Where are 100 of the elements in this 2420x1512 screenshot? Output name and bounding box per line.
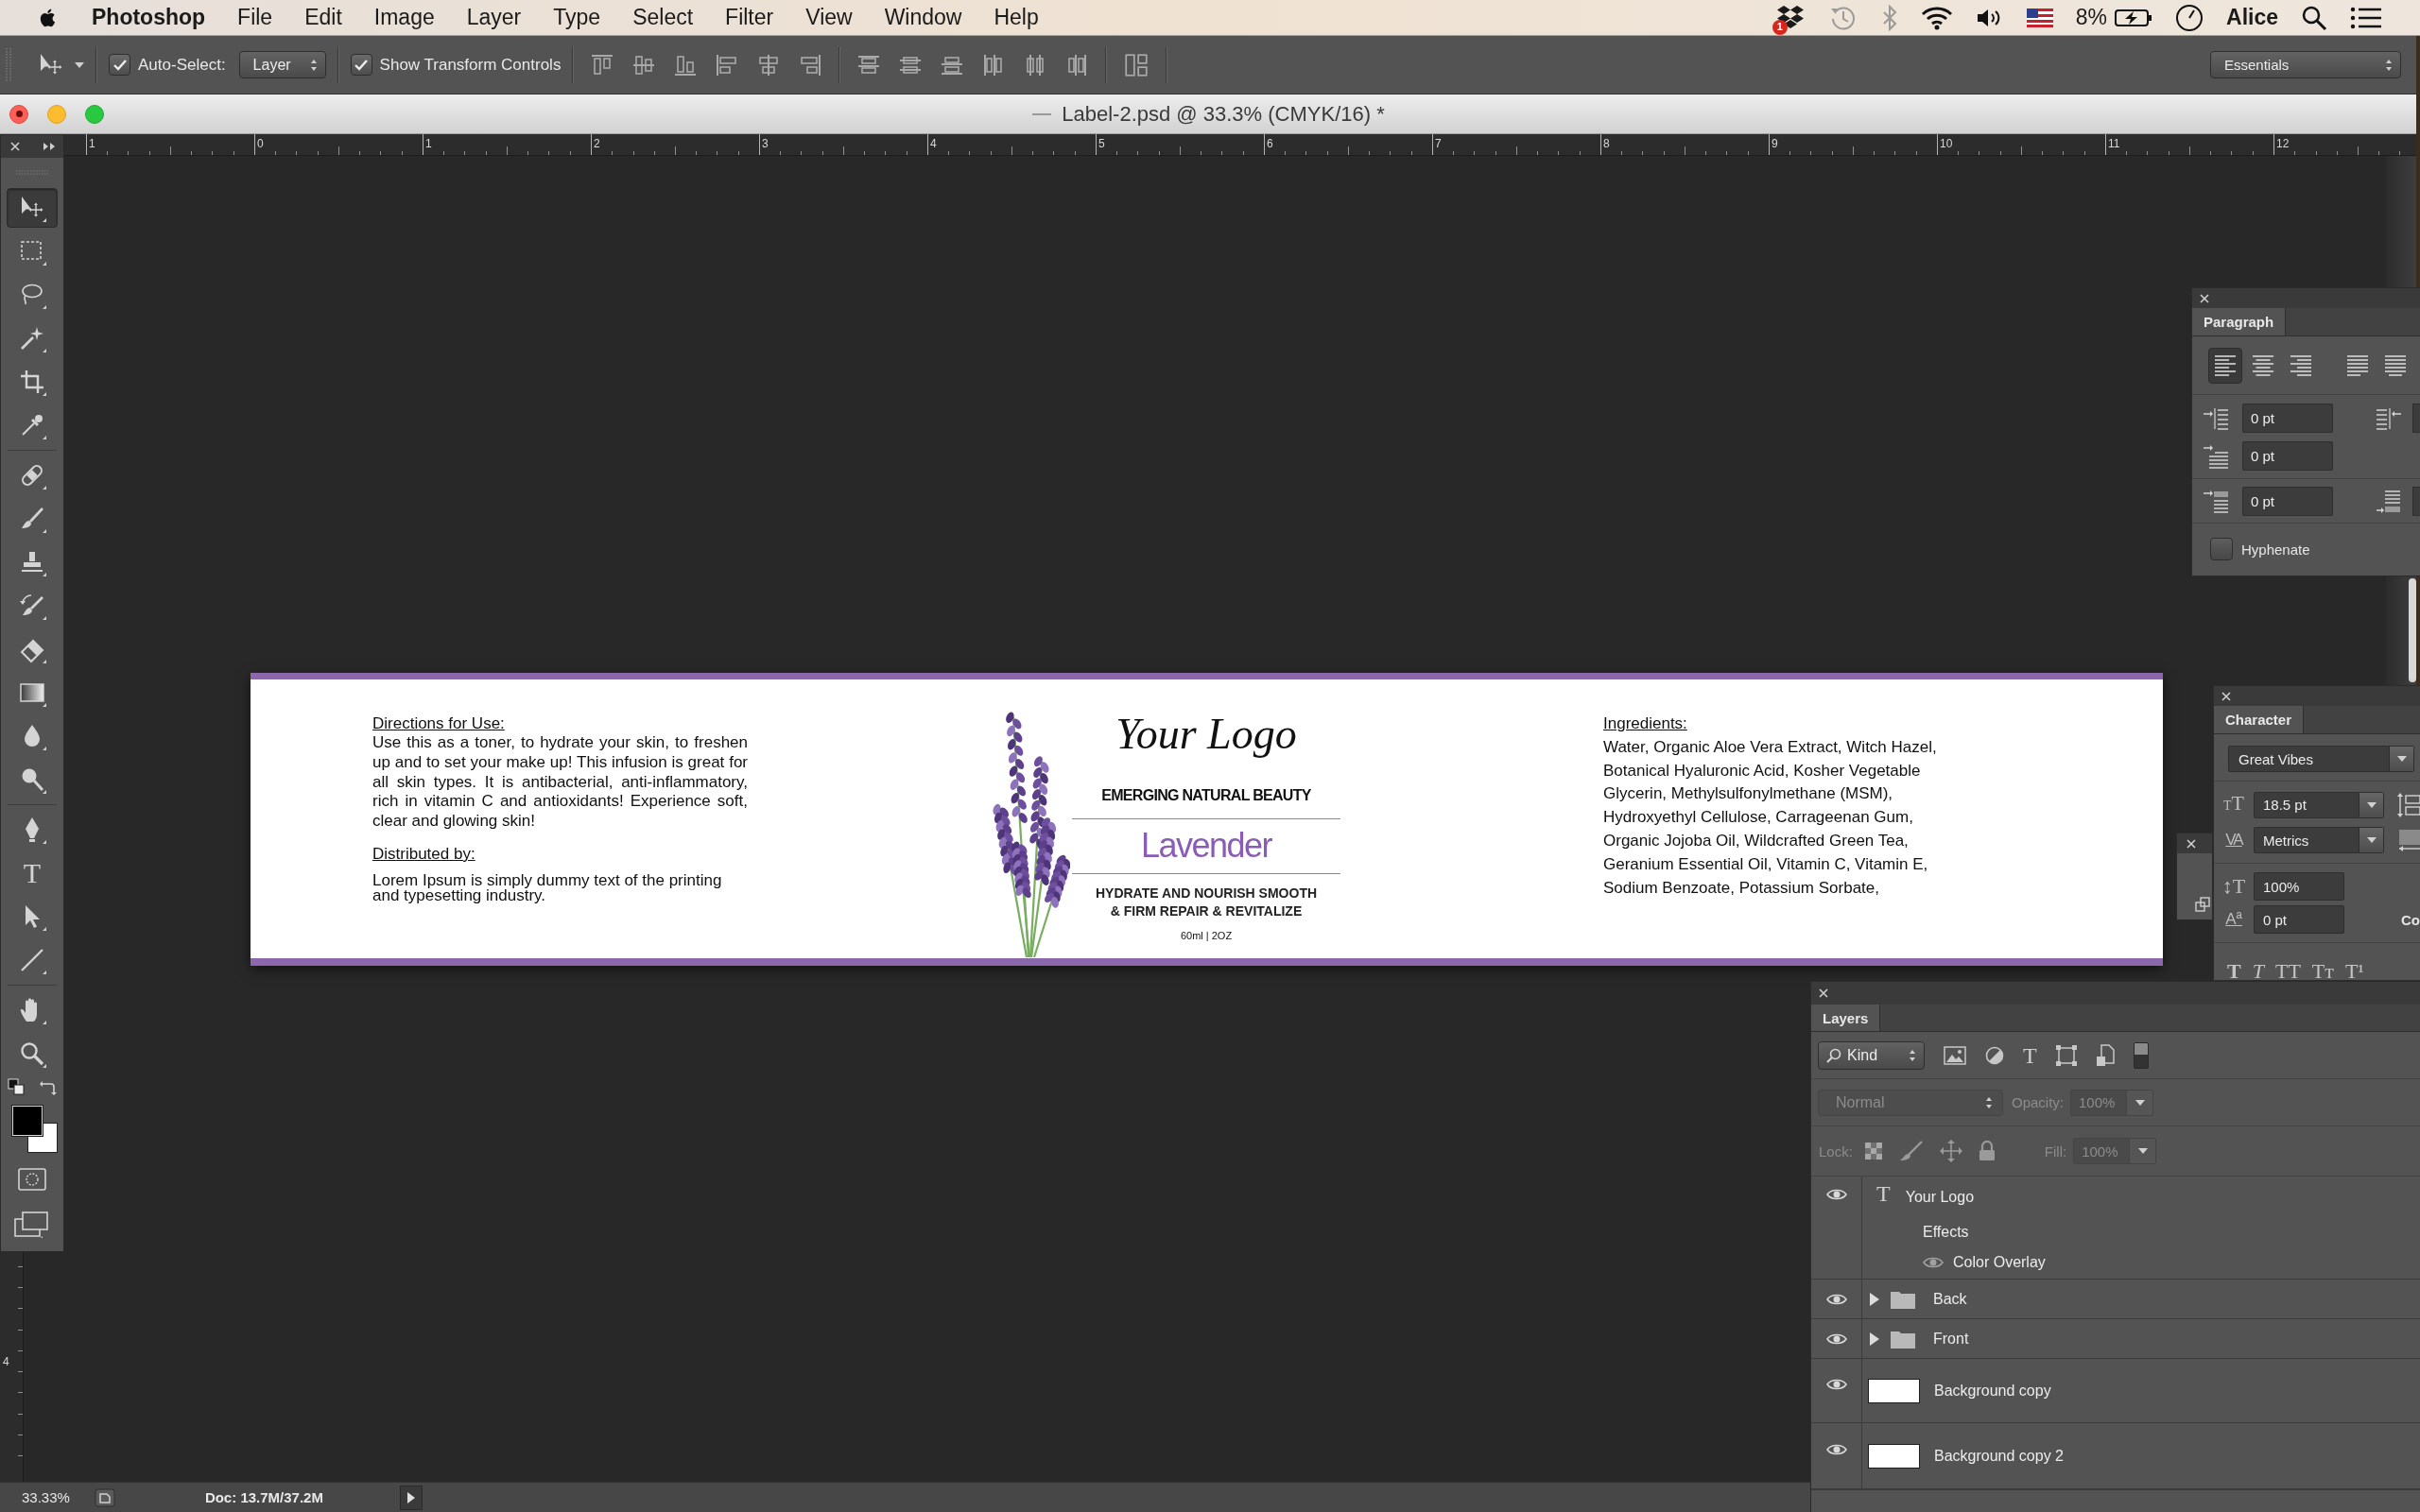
superscript-button[interactable]: T¹ bbox=[2342, 960, 2366, 980]
indent-field[interactable]: 0 pt bbox=[2242, 441, 2333, 471]
menu-item[interactable]: Select bbox=[616, 5, 710, 30]
flag-icon[interactable] bbox=[2026, 8, 2053, 27]
close-icon[interactable] bbox=[1818, 988, 1829, 999]
padlock-icon[interactable] bbox=[1978, 1141, 1996, 1161]
font-family-dropdown[interactable]: Great Vibes bbox=[2228, 746, 2414, 772]
layer-name[interactable]: Background copy 2 bbox=[1934, 1447, 2064, 1465]
battery-icon[interactable] bbox=[2115, 8, 2152, 27]
panel-tab[interactable]: Paragraph bbox=[2192, 308, 2287, 335]
caps-button[interactable]: TT bbox=[2273, 960, 2303, 980]
panel-tab[interactable]: Character bbox=[2214, 706, 2305, 733]
updown-arrows-icon bbox=[2385, 58, 2393, 72]
layer-name[interactable]: Background copy bbox=[1934, 1382, 2051, 1400]
indent-field[interactable]: 0 pt bbox=[2242, 487, 2333, 516]
expand-triangle-icon[interactable] bbox=[1870, 1332, 1879, 1346]
right-align-icon bbox=[2289, 353, 2313, 378]
layered-squares-icon[interactable] bbox=[2195, 897, 2210, 912]
app-menu[interactable]: Photoshop bbox=[76, 5, 222, 30]
auto-select-dropdown[interactable]: Layer bbox=[238, 51, 326, 78]
layer-name[interactable]: Back bbox=[1933, 1290, 1967, 1308]
bold-button[interactable]: T bbox=[2225, 960, 2243, 980]
character-field[interactable]: 0 pt bbox=[2254, 905, 2344, 934]
effects-label[interactable]: Effects bbox=[1923, 1223, 1969, 1241]
character-field[interactable]: 100% bbox=[2254, 872, 2344, 901]
image-icon[interactable] bbox=[1944, 1045, 1966, 1065]
clock-icon[interactable] bbox=[2175, 3, 2204, 32]
close-icon[interactable] bbox=[2186, 837, 2197, 850]
menu-item[interactable]: Image bbox=[357, 5, 451, 30]
menu-item[interactable]: File bbox=[221, 5, 289, 30]
wifi-icon[interactable] bbox=[1920, 5, 1953, 30]
eye-icon[interactable] bbox=[1825, 1443, 1847, 1456]
foreground-color-swatch[interactable] bbox=[12, 1106, 43, 1136]
effect-name[interactable]: Color Overlay bbox=[1953, 1254, 2046, 1271]
character-field[interactable]: 18.5 pt bbox=[2254, 791, 2384, 818]
close-icon[interactable] bbox=[9, 141, 21, 152]
menu-item[interactable]: Help bbox=[977, 5, 1055, 30]
eye-icon[interactable] bbox=[1923, 1256, 1944, 1269]
layer-thumbnail bbox=[1868, 1443, 1920, 1469]
page-icon[interactable] bbox=[2095, 1043, 2115, 1067]
character-field[interactable]: Metrics bbox=[2254, 827, 2384, 853]
scrollbar-thumb[interactable] bbox=[2409, 578, 2416, 682]
align-right-icon[interactable] bbox=[798, 52, 823, 77]
user-name[interactable]: Alice bbox=[2226, 5, 2278, 30]
transform-controls-checkbox[interactable] bbox=[350, 54, 372, 76]
align-top-icon[interactable] bbox=[590, 52, 615, 77]
layer-name[interactable]: Front bbox=[1933, 1330, 1969, 1348]
eye-icon[interactable] bbox=[1825, 1378, 1847, 1391]
quick-mask-icon[interactable] bbox=[18, 1168, 46, 1191]
input-field[interactable] bbox=[2412, 487, 2420, 516]
close-button[interactable] bbox=[9, 104, 28, 124]
menu-item[interactable]: View bbox=[789, 5, 869, 30]
notification-badge: 1 bbox=[1772, 19, 1788, 35]
auto-select-checkbox[interactable] bbox=[109, 54, 130, 76]
layer-name[interactable]: Your Logo bbox=[1905, 1188, 1975, 1206]
move-arrows-icon[interactable] bbox=[1939, 1140, 1962, 1162]
shape-icon[interactable] bbox=[2055, 1044, 2077, 1066]
indent-field[interactable]: 0 pt bbox=[2242, 404, 2333, 433]
menu-item[interactable]: Layer bbox=[450, 5, 538, 30]
expand-triangle-icon[interactable] bbox=[1870, 1292, 1879, 1306]
status-menu-button[interactable] bbox=[399, 1485, 423, 1510]
workspace-dropdown[interactable]: Essentials bbox=[2210, 51, 2401, 78]
caret-icon bbox=[2366, 801, 2377, 808]
eye-icon[interactable] bbox=[1825, 1188, 1847, 1201]
menu-item[interactable]: Edit bbox=[288, 5, 358, 30]
auto-align-icon[interactable] bbox=[1123, 51, 1150, 78]
list-icon[interactable] bbox=[2350, 5, 2382, 30]
filter-kind-dropdown[interactable]: Kind bbox=[1818, 1040, 1925, 1070]
document-status-icon[interactable] bbox=[94, 1487, 115, 1507]
tool-button[interactable]: T bbox=[7, 853, 58, 893]
close-icon[interactable] bbox=[2221, 690, 2232, 702]
filter-toggle-switch[interactable] bbox=[2133, 1041, 2149, 1069]
panel-tab[interactable]: Layers bbox=[1811, 1005, 1881, 1031]
half-circle-icon[interactable] bbox=[1985, 1045, 2004, 1065]
small-caps-button[interactable]: Tᴛ bbox=[2309, 960, 2336, 980]
menu-item[interactable]: Type bbox=[537, 5, 617, 30]
hyphenate-checkbox[interactable] bbox=[2210, 538, 2233, 560]
panel-header[interactable] bbox=[2177, 833, 2212, 853]
input-field[interactable] bbox=[2412, 404, 2420, 433]
tool-button[interactable] bbox=[7, 188, 58, 228]
italic-button[interactable]: T bbox=[2250, 960, 2266, 980]
screen-mode-icon[interactable] bbox=[14, 1211, 50, 1238]
menu-item[interactable]: Window bbox=[868, 5, 978, 30]
default-colors-icon[interactable] bbox=[8, 1078, 25, 1095]
checkerboard-icon[interactable] bbox=[1863, 1142, 1883, 1160]
eye-icon[interactable] bbox=[1825, 1332, 1847, 1346]
ruler-number: 2 bbox=[593, 138, 600, 150]
claim-line: & FIRM REPAIR & REVITALIZE bbox=[1110, 902, 1303, 920]
grip-icon[interactable] bbox=[6, 47, 11, 82]
kerning-glyph: VA bbox=[2224, 830, 2244, 850]
type-filter-glyph[interactable]: T bbox=[2023, 1043, 2037, 1067]
brush-icon[interactable] bbox=[1898, 1141, 1924, 1161]
eye-icon[interactable] bbox=[1825, 1293, 1847, 1306]
panel-header[interactable] bbox=[1, 135, 63, 158]
alignment-button[interactable] bbox=[2208, 348, 2242, 384]
search-icon[interactable] bbox=[2301, 4, 2327, 31]
double-arrow-icon[interactable] bbox=[43, 142, 56, 151]
menu-item[interactable]: Filter bbox=[709, 5, 790, 30]
zoom-level[interactable]: 33.33% bbox=[22, 1489, 70, 1505]
close-icon[interactable] bbox=[2199, 292, 2210, 304]
